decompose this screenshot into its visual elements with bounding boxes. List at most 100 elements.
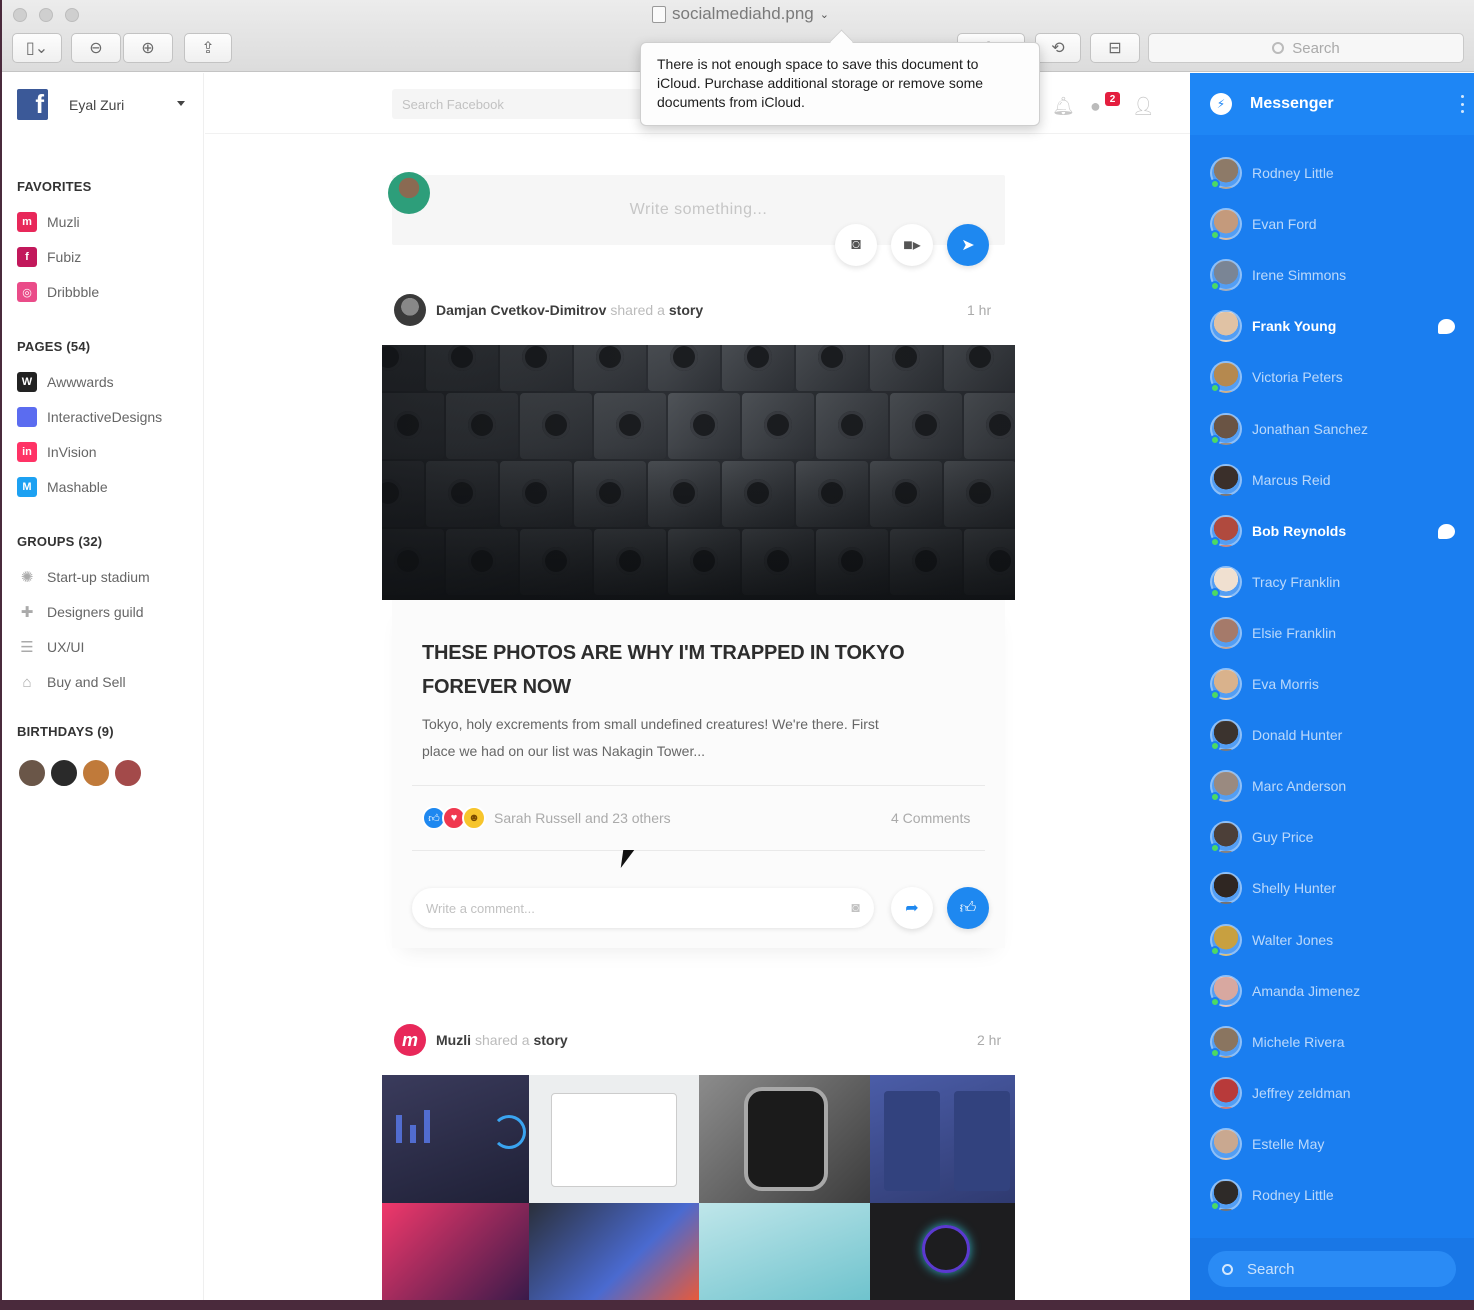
contact-item[interactable]: Marc Anderson <box>1210 770 1346 803</box>
contact-item[interactable]: Marcus Reid <box>1210 463 1331 496</box>
zoom-window-button[interactable] <box>65 8 79 22</box>
post-author[interactable]: Muzli <box>436 1032 471 1048</box>
toolbar-search-field[interactable]: Search <box>1148 33 1464 63</box>
avatar[interactable] <box>113 758 143 788</box>
profile-switcher[interactable]: f Eyal Zuri <box>17 89 185 120</box>
contact-item[interactable]: Frank Young <box>1210 310 1336 343</box>
muzli-avatar[interactable]: m <box>394 1024 426 1056</box>
window-title[interactable]: socialmediahd.png ⌄ <box>652 4 829 24</box>
post-headline[interactable]: THESE PHOTOS ARE WHY I'M TRAPPED IN TOKY… <box>422 636 942 704</box>
contact-item[interactable]: Jonathan Sanchez <box>1210 412 1368 445</box>
avatar[interactable] <box>17 758 47 788</box>
contact-item[interactable]: Amanda Jimenez <box>1210 974 1360 1007</box>
avatar <box>1210 361 1242 394</box>
reactions-summary[interactable]: 👍︎ ♥ ☻ Sarah Russell and 23 others <box>422 806 671 830</box>
online-status-dot <box>1210 587 1220 598</box>
avatar <box>1210 719 1242 752</box>
contact-item[interactable]: Tracy Franklin <box>1210 565 1340 598</box>
contact-item[interactable]: Irene Simmons <box>1210 259 1346 292</box>
messenger-search-input[interactable]: Search <box>1208 1251 1456 1287</box>
grid-image[interactable] <box>382 1075 529 1203</box>
messages-icon[interactable]: ● <box>1090 96 1101 117</box>
divider <box>412 785 985 786</box>
contact-item[interactable]: Bob Reynolds <box>1210 514 1346 547</box>
post-timestamp[interactable]: 1 hr <box>967 302 991 318</box>
avatar[interactable] <box>394 294 426 326</box>
camera-icon[interactable]: ◙ <box>852 899 860 915</box>
sidebar-item-muzli[interactable]: m Muzli <box>17 212 80 232</box>
zoom-in-button[interactable]: ⊕ <box>123 33 173 63</box>
divider <box>205 133 1192 134</box>
share-post-button[interactable]: ➦ <box>891 887 933 929</box>
like-button[interactable]: 👍︎ <box>947 887 989 929</box>
comment-input[interactable]: Write a comment... ◙ <box>412 888 874 928</box>
sidebar-item-awwwards[interactable]: W Awwwards <box>17 372 114 392</box>
contact-name: Evan Ford <box>1252 216 1317 233</box>
grid-image[interactable] <box>870 1075 1015 1203</box>
post-object-link[interactable]: story <box>669 302 703 318</box>
sidebar-item-buy-and-sell[interactable]: ⌂ Buy and Sell <box>17 672 125 692</box>
close-window-button[interactable] <box>13 8 27 22</box>
contact-item[interactable]: Walter Jones <box>1210 923 1333 956</box>
add-photo-button[interactable]: ◙ <box>835 224 877 266</box>
sidebar-toggle-button[interactable]: ▯⌄ <box>12 33 62 63</box>
notifications-bell-icon[interactable]: 🔔︎ <box>1052 96 1075 117</box>
post-author[interactable]: Damjan Cvetkov-Dimitrov <box>436 302 606 318</box>
friend-requests-icon[interactable]: 👤︎ <box>1132 96 1155 117</box>
birthdays-heading: BIRTHDAYS (9) <box>17 724 114 739</box>
sidebar-item-interactivedesigns[interactable]: InteractiveDesigns <box>17 407 162 427</box>
avatar[interactable] <box>49 758 79 788</box>
add-video-button[interactable]: ■▸ <box>891 224 933 266</box>
sidebar-item-start-up-stadium[interactable]: ✺ Start-up stadium <box>17 567 150 587</box>
avatar <box>1210 412 1242 445</box>
avatar[interactable] <box>81 758 111 788</box>
preview-window: socialmediahd.png ⌄ ▯⌄ ⊖ ⊕ ⇪ ✎ ⟲ ⊟ Searc… <box>2 0 1474 1300</box>
grid-image[interactable] <box>699 1075 870 1203</box>
contact-item[interactable]: Shelly Hunter <box>1210 872 1336 905</box>
minimize-window-button[interactable] <box>39 8 53 22</box>
messenger-search-placeholder: Search <box>1247 1260 1295 1278</box>
grid-image[interactable] <box>870 1203 1015 1300</box>
post-hero-image[interactable] <box>382 345 1015 600</box>
contact-item[interactable]: Estelle May <box>1210 1127 1325 1160</box>
avatar[interactable] <box>388 172 430 214</box>
grid-image[interactable] <box>699 1203 870 1300</box>
contact-item[interactable]: Eva Morris <box>1210 668 1319 700</box>
post-timestamp[interactable]: 2 hr <box>977 1032 1001 1048</box>
share-button[interactable]: ⇪ <box>184 33 232 63</box>
comments-count-link[interactable]: 4 Comments <box>891 810 970 826</box>
toolbar-search-placeholder: Search <box>1292 39 1340 57</box>
sidebar-item-dribbble[interactable]: ◎ Dribbble <box>17 282 99 302</box>
grid-image[interactable] <box>529 1075 699 1203</box>
contact-item[interactable]: Rodney Little <box>1210 1179 1334 1211</box>
toolbox-button[interactable]: ⊟ <box>1090 33 1140 63</box>
avatar <box>1210 1127 1242 1160</box>
contact-item[interactable]: Guy Price <box>1210 821 1313 854</box>
invision-icon: in <box>17 442 37 462</box>
contact-item[interactable]: Rodney Little <box>1210 157 1334 189</box>
post-send-button[interactable]: ➤ <box>947 224 989 266</box>
sidebar-item-invision[interactable]: in InVision <box>17 442 97 462</box>
facebook-search-input[interactable]: Search Facebook <box>392 89 652 119</box>
contact-item[interactable]: Donald Hunter <box>1210 719 1342 752</box>
contact-item[interactable]: Victoria Peters <box>1210 361 1343 394</box>
grid-image[interactable] <box>529 1203 699 1300</box>
rotate-button[interactable]: ⟲ <box>1035 33 1081 63</box>
contact-name: Michele Rivera <box>1252 1033 1345 1050</box>
contact-item[interactable]: Evan Ford <box>1210 208 1317 241</box>
messenger-sidebar: ⚡︎ Messenger Rodney Little Evan Ford Irene… <box>1190 73 1474 1300</box>
contact-item[interactable]: Elsie Franklin <box>1210 616 1336 649</box>
sidebar-item-ux-ui[interactable]: ☰ UX/UI <box>17 637 84 657</box>
contact-item[interactable]: Michele Rivera <box>1210 1025 1345 1058</box>
basket-icon: ⌂ <box>22 673 32 691</box>
sidebar-item-fubiz[interactable]: f Fubiz <box>17 247 81 267</box>
sidebar-item-mashable[interactable]: M Mashable <box>17 477 108 497</box>
post-object-link[interactable]: story <box>533 1032 567 1048</box>
grid-image[interactable] <box>382 1203 529 1300</box>
zoom-out-button[interactable]: ⊖ <box>71 33 121 63</box>
caret-down-icon[interactable] <box>177 101 185 106</box>
contact-item[interactable]: Jeffrey zeldman <box>1210 1076 1351 1109</box>
sidebar-item-designers-guild[interactable]: ✚ Designers guild <box>17 602 144 622</box>
more-options-icon[interactable] <box>1461 95 1464 113</box>
contact-name: Estelle May <box>1252 1135 1325 1152</box>
